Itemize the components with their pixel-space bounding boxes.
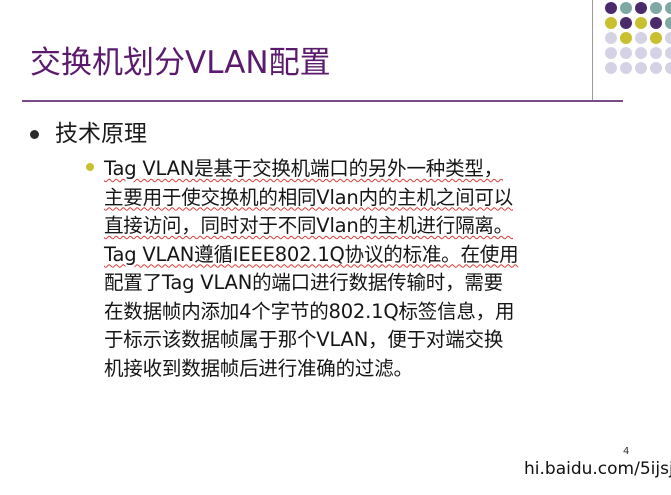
decorative-dot	[650, 32, 662, 44]
paragraph-line-text: 在数据帧内添加4个字节的802.1Q标签信息，用	[104, 299, 515, 323]
decorative-dot	[620, 32, 632, 44]
watermark-text: hi.baidu.com/5ijsj	[524, 459, 671, 479]
decorative-dot	[650, 2, 662, 14]
decorative-dot	[605, 47, 617, 59]
slide-title: 交换机划分VLAN配置	[30, 45, 331, 81]
bullet-level1: 技术原理	[30, 119, 147, 149]
paragraph-line: 直接访问，同时对于不同Vlan的主机进行隔离。	[104, 212, 634, 241]
decorative-dot	[605, 62, 617, 74]
decorative-dot-grid	[605, 2, 671, 78]
paragraph-line-text: 机接收到数据帧后进行准确的过滤。	[104, 356, 413, 380]
paragraph-line: 于标示该数据帧属于那个VLAN，便于对端交换	[104, 326, 634, 355]
page-number: 4	[623, 446, 630, 457]
bullet-level1-text: 技术原理	[55, 121, 147, 147]
decorative-dot	[620, 2, 632, 14]
bullet-level2-dot-icon	[86, 163, 94, 171]
paragraph-line-text: 主要用于使交换机的相同Vlan内的主机之间可以	[104, 185, 513, 209]
decorative-dot	[605, 17, 617, 29]
decorative-dot	[605, 2, 617, 14]
paragraph-line-text: 直接访问，同时对于不同Vlan的主机进行隔离。	[104, 214, 513, 237]
decorative-dot	[605, 32, 617, 44]
paragraph-line: 机接收到数据帧后进行准确的过滤。	[104, 355, 634, 384]
decorative-dot	[635, 2, 647, 14]
decorative-dot	[620, 62, 632, 74]
paragraph-line: Tag VLAN遵循IEEE802.1Q协议的标准。在使用	[104, 241, 634, 270]
bullet-dot-icon	[30, 129, 39, 139]
paragraph-line-text: 于标示该数据帧属于那个VLAN，便于对端交换	[104, 328, 504, 351]
decorative-dot	[635, 17, 647, 29]
paragraph-line-text: Tag VLAN遵循IEEE802.1Q协议的标准。在使用	[104, 242, 519, 266]
decorative-dot	[665, 47, 671, 59]
paragraph-line-text: Tag VLAN是基于交换机端口的另外一种类型，	[104, 157, 503, 180]
bullet-level2-paragraph: Tag VLAN是基于交换机端口的另外一种类型， 主要用于使交换机的相同Vlan…	[104, 155, 634, 383]
paragraph-line: 主要用于使交换机的相同Vlan内的主机之间可以	[104, 184, 634, 213]
title-divider	[22, 100, 623, 102]
paragraph-line: 在数据帧内添加4个字节的802.1Q标签信息，用	[104, 298, 634, 327]
decorative-dot	[635, 32, 647, 44]
decorative-dot	[665, 62, 671, 74]
paragraph-line-text: 配置了Tag VLAN的端口进行数据传输时，需要	[104, 271, 503, 294]
decorative-dot	[665, 32, 671, 44]
decorative-vertical-line	[592, 0, 593, 100]
decorative-dot	[650, 62, 662, 74]
decorative-dot	[620, 47, 632, 59]
decorative-dot	[665, 2, 671, 14]
presentation-slide: 交换机划分VLAN配置 技术原理 Tag VLAN是基于交换机端口的另外一种类型…	[0, 0, 671, 495]
decorative-dot	[635, 62, 647, 74]
decorative-dot	[620, 17, 632, 29]
decorative-dot	[635, 47, 647, 59]
paragraph-line: 配置了Tag VLAN的端口进行数据传输时，需要	[104, 269, 634, 298]
decorative-dot	[665, 17, 671, 29]
decorative-dot	[650, 47, 662, 59]
decorative-dot	[650, 17, 662, 29]
paragraph-line: Tag VLAN是基于交换机端口的另外一种类型，	[104, 155, 634, 184]
